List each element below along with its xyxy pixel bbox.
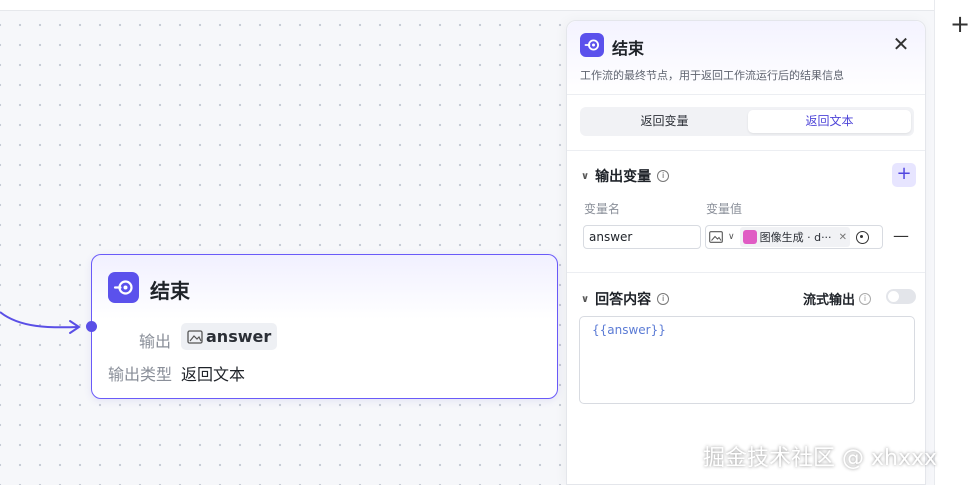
answer-content-title: 回答内容 (595, 292, 652, 308)
node-settings-panel: 结束 ✕ 工作流的最终节点，用于返回工作流运行后的结果信息 返回变量 返回文本 … (566, 20, 926, 485)
divider (567, 272, 925, 273)
end-node[interactable]: 结束 输出 answer 输出类型 返回文本 (86, 254, 558, 399)
info-icon[interactable]: i (657, 170, 670, 182)
tab-return-text[interactable]: 返回文本 (748, 110, 911, 133)
stream-output-label-group: 流式输出 i (803, 289, 872, 308)
chevron-down-icon: ∨ (581, 293, 590, 305)
variable-value-select[interactable]: ∨ 图像生成 · d··· ✕ (705, 225, 883, 249)
node-input-handle[interactable] (86, 321, 97, 332)
column-variable-value: 变量值 (706, 202, 743, 216)
chevron-down-icon[interactable]: ∨ (728, 232, 735, 242)
info-icon[interactable]: i (859, 292, 872, 305)
image-type-icon[interactable] (709, 231, 723, 243)
answer-content-editor[interactable]: {{answer}} (579, 316, 915, 404)
node-title: 结束 (150, 279, 190, 303)
stream-output-label: 流式输出 (803, 293, 856, 308)
panel-title: 结束 (612, 39, 645, 58)
add-icon[interactable]: + (950, 12, 970, 36)
chevron-down-icon: ∨ (581, 170, 590, 182)
tab-return-variable[interactable]: 返回变量 (583, 110, 746, 133)
top-toolbar-strip (0, 0, 934, 11)
clear-icon[interactable]: ✕ (839, 232, 847, 243)
output-variables-title: 输出变量 (595, 169, 652, 185)
panel-header: 结束 ✕ 工作流的最终节点，用于返回工作流运行后的结果信息 (567, 21, 925, 95)
right-toolbar (934, 0, 973, 485)
node-output-var: answer (206, 327, 272, 346)
info-icon[interactable]: i (657, 293, 670, 305)
close-icon[interactable]: ✕ (890, 33, 912, 55)
variable-value-tag: 图像生成 · d··· ✕ (739, 227, 850, 247)
node-output-type-value: 返回文本 (181, 365, 246, 384)
node-output-label: 输出 (139, 332, 172, 351)
end-node-icon (580, 33, 604, 57)
toggle-knob (888, 291, 899, 302)
stream-output-toggle[interactable] (886, 289, 916, 304)
image-icon (187, 329, 203, 344)
image-generation-icon (742, 230, 757, 244)
target-icon[interactable] (855, 230, 869, 244)
variable-name-input[interactable] (583, 225, 701, 249)
add-variable-button[interactable]: + (892, 163, 916, 187)
return-mode-segmented: 返回变量 返回文本 (580, 107, 914, 136)
panel-description: 工作流的最终节点，用于返回工作流运行后的结果信息 (580, 69, 844, 82)
connection-edge (0, 311, 81, 334)
node-output-var-chip: answer (181, 323, 278, 350)
watermark: 掘金技术社区 @ xhxxx (703, 446, 938, 471)
end-node-icon (108, 272, 139, 303)
divider (567, 150, 925, 151)
node-output-type-label: 输出类型 (108, 365, 173, 384)
variable-value-text: 图像生成 · d··· (759, 231, 832, 244)
column-variable-name: 变量名 (584, 202, 621, 216)
remove-variable-button[interactable]: — (893, 226, 909, 245)
answer-content-section-header[interactable]: ∨ 回答内容 i (581, 289, 670, 309)
output-variables-section-header[interactable]: ∨ 输出变量 i (581, 166, 670, 186)
